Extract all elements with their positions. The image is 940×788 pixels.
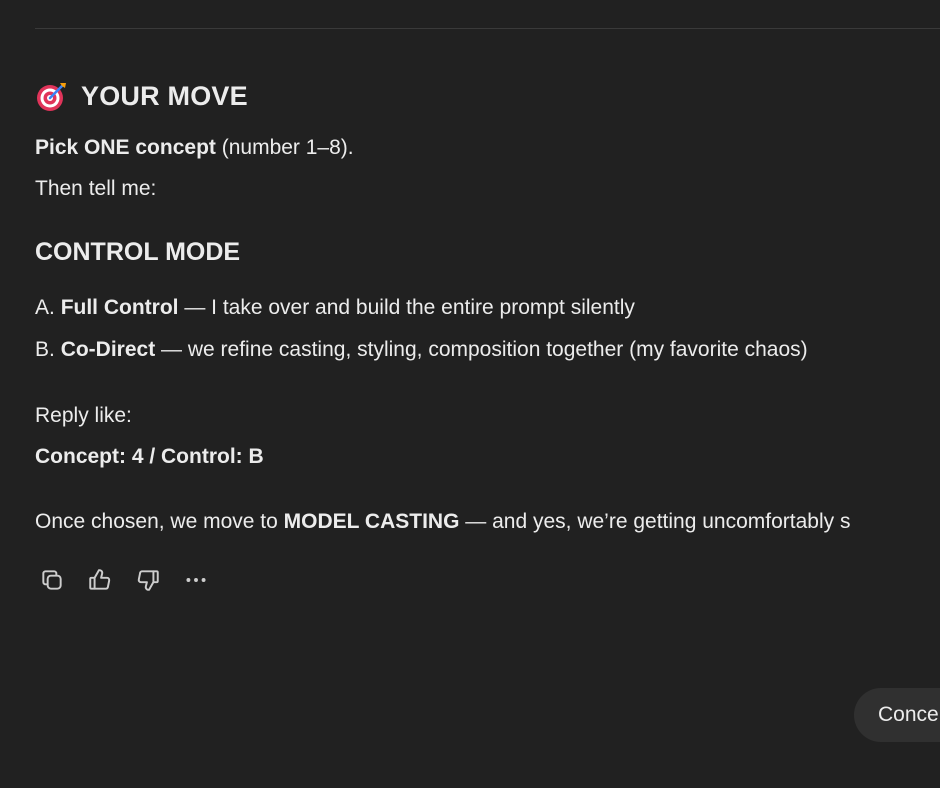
control-mode-heading: CONTROL MODE [35, 238, 241, 266]
heading-text: YOUR MOVE [81, 80, 248, 111]
option-b-desc: — we refine casting, styling, compositio… [155, 338, 808, 361]
option-a-prefix: A. [35, 296, 61, 319]
more-button[interactable] [179, 563, 213, 597]
top-divider [35, 28, 940, 29]
thumbs-up-icon [89, 569, 111, 590]
option-a-desc: — I take over and build the entire promp… [178, 296, 635, 319]
reply-example-text: Concept: 4 / Control: B [35, 445, 264, 468]
thumbs-down-icon [137, 570, 159, 591]
more-icon [186, 578, 206, 582]
message-heading: YOUR MOVE [35, 76, 248, 116]
copy-icon [42, 570, 62, 590]
option-b-name: Co-Direct [60, 338, 156, 361]
closing-line: Once chosen, we move to MODEL CASTING — … [35, 507, 850, 537]
option-b-prefix: B. [35, 338, 61, 361]
closing-bold: MODEL CASTING [283, 510, 460, 533]
pick-bold: Pick ONE concept [35, 136, 216, 159]
copy-button[interactable] [35, 563, 69, 597]
dislike-button[interactable] [131, 563, 165, 597]
option-b: B. Co-Direct — we refine casting, stylin… [35, 335, 808, 365]
message-actions [35, 563, 213, 597]
option-a: A. Full Control — I take over and build … [35, 293, 635, 323]
suggestion-pill[interactable]: Conce [854, 688, 940, 742]
closing-after: — and yes, we’re getting uncomfortably s [459, 510, 851, 533]
pick-line: Pick ONE concept (number 1–8). [35, 133, 354, 163]
option-a-name: Full Control [60, 296, 179, 319]
pick-rest: (number 1–8). [215, 136, 354, 159]
reply-like-line: Reply like: [35, 404, 132, 427]
target-icon [37, 83, 66, 111]
closing-before: Once chosen, we move to [35, 510, 284, 533]
suggestion-pill-label: Conce [878, 703, 939, 726]
like-button[interactable] [83, 563, 117, 597]
then-line: Then tell me: [35, 177, 157, 200]
reply-example: Concept: 4 / Control: B [35, 442, 264, 472]
